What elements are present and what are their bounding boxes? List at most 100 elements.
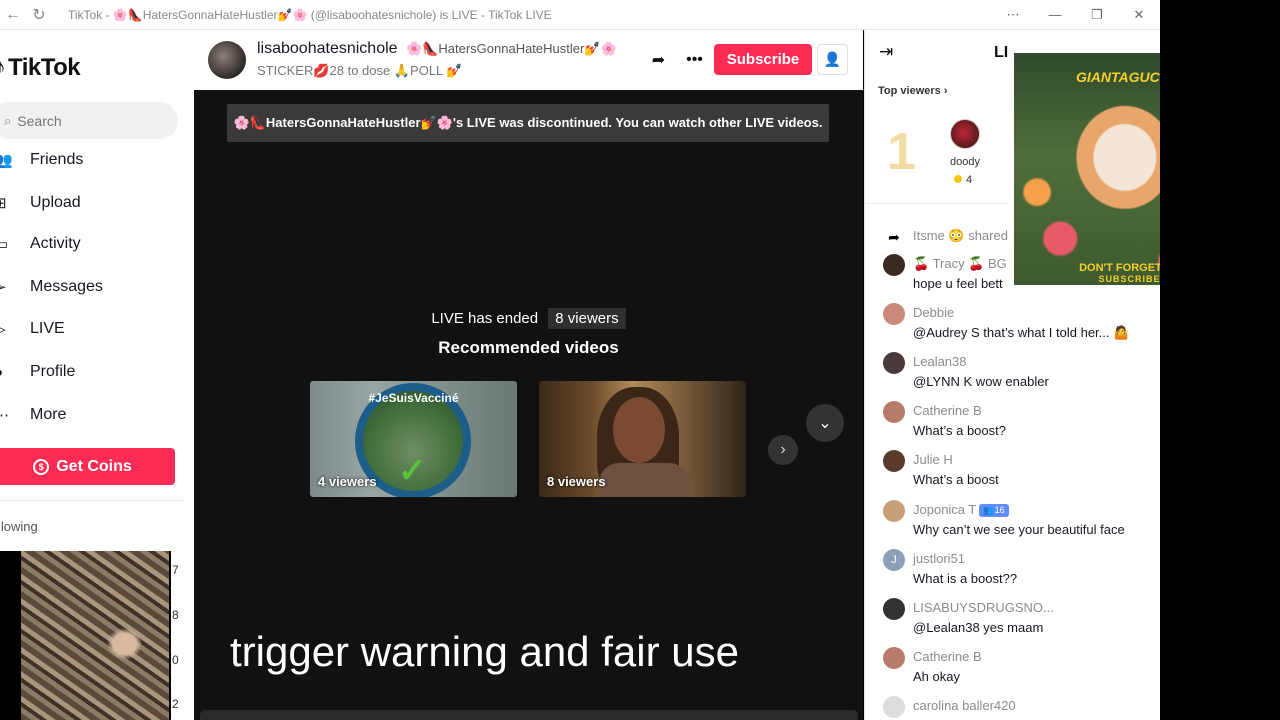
share-arrow-icon: ➦ <box>651 51 666 69</box>
following-count: 2 <box>172 697 179 711</box>
chat-text: What’s a boost? <box>913 423 1006 438</box>
sidebar-divider <box>0 500 185 501</box>
top-viewer-avatar[interactable] <box>950 119 980 149</box>
stream-description: STICKER💋28 to dose 🙏POLL 💅 <box>257 63 463 78</box>
video-caption: trigger warning and fair use <box>230 628 739 675</box>
restore-button[interactable]: ❐ <box>1076 0 1118 30</box>
scroll-down-button[interactable]: ⌄ <box>806 404 844 442</box>
chevron-right-icon: › <box>943 85 948 97</box>
live-video-area: 🌸👠HatersGonnaHateHustler💅🌸's LIVE was di… <box>194 90 863 720</box>
get-coins-label: Get Coins <box>56 457 132 475</box>
get-coins-button[interactable]: $ Get Coins <box>0 448 175 485</box>
thumbnail-overlay-text: #JeSuisVacciné <box>368 391 459 405</box>
chat-text: What is a boost?? <box>913 571 1018 586</box>
host-username: lisaboohatesnichole <box>257 40 398 57</box>
chat-avatar[interactable] <box>883 303 905 325</box>
sidebar-item-live[interactable]: ▷ LIVE <box>0 314 65 344</box>
chat-avatar[interactable] <box>883 450 905 472</box>
sidebar-item-friends[interactable]: 👥 Friends <box>0 145 83 175</box>
chat-avatar[interactable] <box>883 401 905 423</box>
top-viewer-coins: 4 <box>954 174 972 186</box>
window-controls: ⋯ — ❐ ✕ <box>992 0 1160 30</box>
tiktok-logo[interactable]: ♪ TikTok <box>0 54 81 82</box>
sidebar-item-more[interactable]: ⋯ More <box>0 400 66 430</box>
chat-avatar[interactable] <box>883 598 905 620</box>
chat-username[interactable]: Catherine B <box>913 649 982 664</box>
chat-username[interactable]: Joponica T 👥16 <box>913 502 1009 517</box>
sidebar-item-profile[interactable]: ● Profile <box>0 357 75 387</box>
right-black-area <box>1160 0 1280 720</box>
top-viewers-link[interactable]: Top viewers › <box>878 85 948 97</box>
chat-avatar[interactable] <box>883 254 905 276</box>
live-icon: ▷ <box>0 320 30 338</box>
chat-username[interactable]: Debbie <box>913 305 954 320</box>
host-display-name: 🌸👠HatersGonnaHateHustler💅🌸 <box>406 41 617 56</box>
thumbnail-person-face <box>613 397 665 463</box>
messages-icon: ➢ <box>0 279 7 296</box>
collapse-panel-icon[interactable]: ⇥ <box>879 42 893 62</box>
recommended-video-1[interactable]: #JeSuisVacciné ✓ 4 viewers <box>310 381 517 497</box>
top-viewer-rank: 1 <box>887 123 916 181</box>
logo-text: TikTok <box>8 54 81 81</box>
sidebar-item-label: More <box>30 406 67 423</box>
chat-avatar[interactable] <box>883 500 905 522</box>
chat-username[interactable]: Itsme 😳 shared <box>913 228 1008 244</box>
close-button[interactable]: ✕ <box>1118 0 1160 30</box>
sidebar-item-upload[interactable]: ⊞ Upload <box>0 188 81 218</box>
more-dots-icon: ••• <box>686 50 703 68</box>
cat-photo <box>21 551 169 720</box>
profile-icon: ● <box>0 364 30 381</box>
user-check-icon: 👤 <box>823 51 842 67</box>
chat-username[interactable]: Lealan38 <box>913 354 967 369</box>
search-box[interactable]: ⌕ <box>0 102 178 139</box>
upload-icon: ⊞ <box>0 195 7 212</box>
tiktok-note-icon: ♪ <box>0 54 6 81</box>
window-menu-button[interactable]: ⋯ <box>992 0 1034 30</box>
video-bottom-bar <box>200 710 858 720</box>
chat-username[interactable]: LISABUYSDRUGSNO... <box>913 600 1054 615</box>
next-videos-button[interactable]: › <box>768 435 798 465</box>
sidebar-item-activity[interactable]: ▭ Activity <box>0 229 81 259</box>
live-discontinued-banner: 🌸👠HatersGonnaHateHustler💅🌸's LIVE was di… <box>227 104 829 142</box>
window-title: TikTok - 🌸👠HatersGonnaHateHustler💅🌸 (@li… <box>68 7 552 22</box>
subscribe-button[interactable]: Subscribe <box>714 44 812 75</box>
chat-username[interactable]: justlori51 <box>913 551 965 566</box>
chat-text: @LYNN K wow enabler <box>913 374 1049 389</box>
sidebar-item-label: Messages <box>30 278 103 295</box>
chevron-down-icon: ⌄ <box>818 415 832 432</box>
chat-text: @Lealan38 yes maam <box>913 620 1044 635</box>
chat-avatar[interactable]: J <box>883 549 905 571</box>
chat-username[interactable]: 🍒 Tracy 🍒 BG <box>913 256 1007 272</box>
minimize-button[interactable]: — <box>1034 0 1076 30</box>
app-root: ← ↻ TikTok - 🌸👠HatersGonnaHateHustler💅🌸 … <box>0 0 1280 720</box>
activity-icon: ▭ <box>0 236 9 253</box>
share-button[interactable]: ➦ <box>643 44 674 75</box>
top-viewer-name: doody <box>950 156 980 168</box>
chat-username[interactable]: Julie H <box>913 452 953 467</box>
back-arrow-icon[interactable]: ← <box>0 6 26 24</box>
following-count: 8 <box>172 608 179 622</box>
chat-avatar[interactable] <box>883 352 905 374</box>
recommended-video-2[interactable]: 8 viewers <box>539 381 746 497</box>
more-options-button[interactable]: ••• <box>679 44 710 75</box>
sidebar-item-messages[interactable]: ➢ Messages <box>0 272 103 302</box>
host-name[interactable]: lisaboohatesnichole 🌸👠HatersGonnaHateHus… <box>257 40 617 58</box>
following-count: 7 <box>172 563 179 577</box>
reload-icon[interactable]: ↻ <box>26 5 52 25</box>
following-counts: 7 8 0 2 <box>171 551 194 720</box>
viewers-badge: 8 viewers <box>548 308 626 329</box>
sidebar-item-label: Activity <box>30 235 81 252</box>
chat-username-text: Joponica T <box>913 502 977 517</box>
chat-text: Why can’t we see your beautiful face <box>913 522 1125 537</box>
chat-username[interactable]: carolina baller420 <box>913 698 1016 713</box>
follow-user-button[interactable]: 👤 <box>817 44 848 75</box>
search-input[interactable] <box>17 112 148 129</box>
chat-avatar[interactable] <box>883 696 905 718</box>
chat-avatar[interactable] <box>883 647 905 669</box>
sidebar-item-label: Upload <box>30 194 81 211</box>
chat-username[interactable]: Catherine B <box>913 403 982 418</box>
top-viewer-coin-count: 4 <box>966 174 973 186</box>
thumbnail-person-body <box>599 463 689 497</box>
host-avatar[interactable] <box>208 41 246 79</box>
following-count: 0 <box>172 653 179 667</box>
